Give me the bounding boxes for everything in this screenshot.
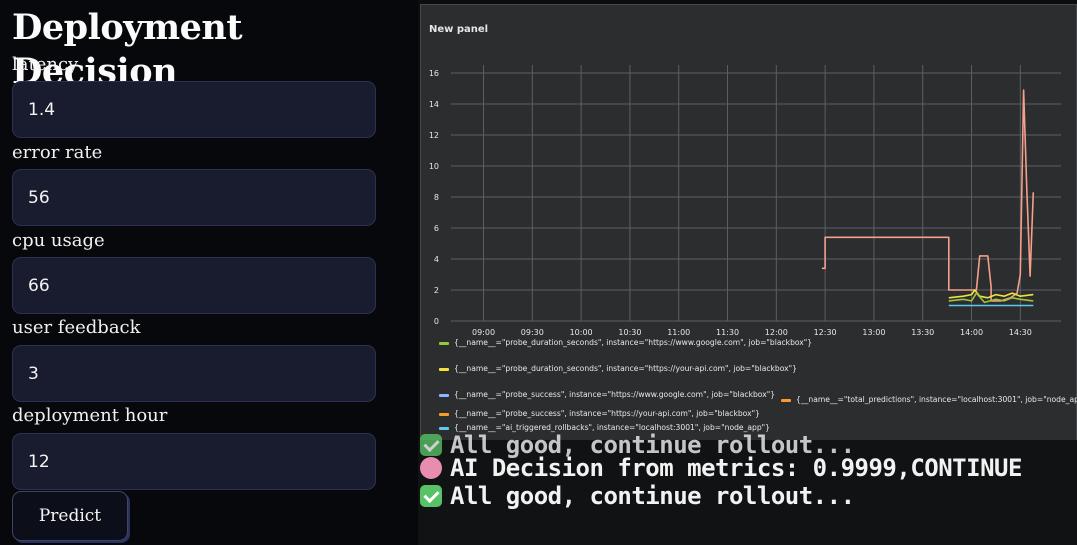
x-tick-label: 13:30 xyxy=(911,328,934,337)
legend-label: {__name__="probe_duration_seconds", inst… xyxy=(454,338,813,347)
deployment-hour-input[interactable] xyxy=(12,433,376,490)
y-tick-label: 0 xyxy=(434,317,439,326)
y-tick-label: 4 xyxy=(434,255,439,264)
x-tick-label: 14:00 xyxy=(960,328,983,337)
error-rate-input[interactable] xyxy=(12,169,376,226)
cpu-usage-label: cpu usage xyxy=(12,230,105,251)
legend-swatch xyxy=(439,393,449,397)
latency-label: latency xyxy=(12,54,79,75)
legend-item[interactable]: {__name__="probe_success", instance="htt… xyxy=(439,409,760,419)
check-icon xyxy=(420,434,442,456)
user-feedback-input[interactable] xyxy=(12,345,376,402)
latency-input[interactable] xyxy=(12,81,376,138)
x-tick-label: 10:00 xyxy=(570,328,593,337)
x-tick-label: 11:00 xyxy=(667,328,690,337)
x-tick-label: 14:30 xyxy=(1009,328,1032,337)
terminal-text: All good, continue rollout... xyxy=(450,482,855,510)
terminal-text: AI Decision from metrics: 0.9999,CONTINU… xyxy=(450,454,1022,482)
y-tick-label: 2 xyxy=(434,286,439,295)
y-tick-label: 12 xyxy=(429,131,439,140)
user-feedback-label: user feedback xyxy=(12,317,141,338)
x-tick-label: 12:00 xyxy=(765,328,788,337)
y-tick-label: 10 xyxy=(429,162,439,171)
y-tick-label: 16 xyxy=(429,69,439,78)
legend-swatch xyxy=(781,398,791,402)
x-tick-label: 09:00 xyxy=(472,328,495,337)
predict-button[interactable]: Predict xyxy=(12,491,128,541)
legend-label: {__name__="probe_success", instance="htt… xyxy=(454,409,760,418)
check-icon xyxy=(420,485,442,507)
x-tick-label: 09:30 xyxy=(521,328,544,337)
terminal-line: AI Decision from metrics: 0.9999,CONTINU… xyxy=(420,454,1022,482)
x-tick-label: 12:30 xyxy=(814,328,837,337)
legend-swatch xyxy=(439,426,449,430)
cpu-usage-input[interactable] xyxy=(12,257,376,314)
error-rate-label: error rate xyxy=(12,142,103,163)
legend-label: {__name__="total_predictions", instance=… xyxy=(796,395,1077,404)
legend-swatch xyxy=(439,367,449,371)
line-chart: 0 2 4 6 8 10 12 14 16 09:00 09:30 10:00 10:30 11:00 11… xyxy=(429,65,1061,337)
y-tick-label: 8 xyxy=(434,193,439,202)
deployment-hour-label: deployment hour xyxy=(12,405,168,426)
x-tick-label: 13:00 xyxy=(862,328,885,337)
grafana-panel: New panel 0 2 4 6 8 10 12 14 16 09:00 09:30 10:00 10… xyxy=(420,4,1077,442)
legend-swatch xyxy=(439,341,449,345)
y-tick-label: 6 xyxy=(434,224,439,233)
monitoring-photo: New panel 0 2 4 6 8 10 12 14 16 09:00 09:30 10:00 10… xyxy=(418,0,1077,545)
x-tick-label: 10:30 xyxy=(618,328,641,337)
terminal-output: All good, continue rollout... AI Decisio… xyxy=(418,431,1077,545)
legend-item[interactable]: {__name__="total_predictions", instance=… xyxy=(781,395,1077,405)
terminal-line: All good, continue rollout... xyxy=(420,482,855,510)
legend-item[interactable]: {__name__="probe_duration_seconds", inst… xyxy=(439,338,812,348)
series-line xyxy=(821,89,1035,302)
legend-item[interactable]: {__name__="probe_success", instance="htt… xyxy=(439,390,775,400)
legend-label: {__name__="probe_success", instance="htt… xyxy=(454,390,776,399)
legend-item[interactable]: {__name__="probe_duration_seconds", inst… xyxy=(439,364,797,374)
legend-swatch xyxy=(439,412,449,416)
x-tick-label: 11:30 xyxy=(716,328,739,337)
deployment-form: Deployment Decision latency error rate c… xyxy=(0,0,418,545)
legend-label: {__name__="probe_duration_seconds", inst… xyxy=(454,364,797,373)
y-tick-label: 14 xyxy=(429,100,439,109)
brain-icon xyxy=(420,457,442,479)
